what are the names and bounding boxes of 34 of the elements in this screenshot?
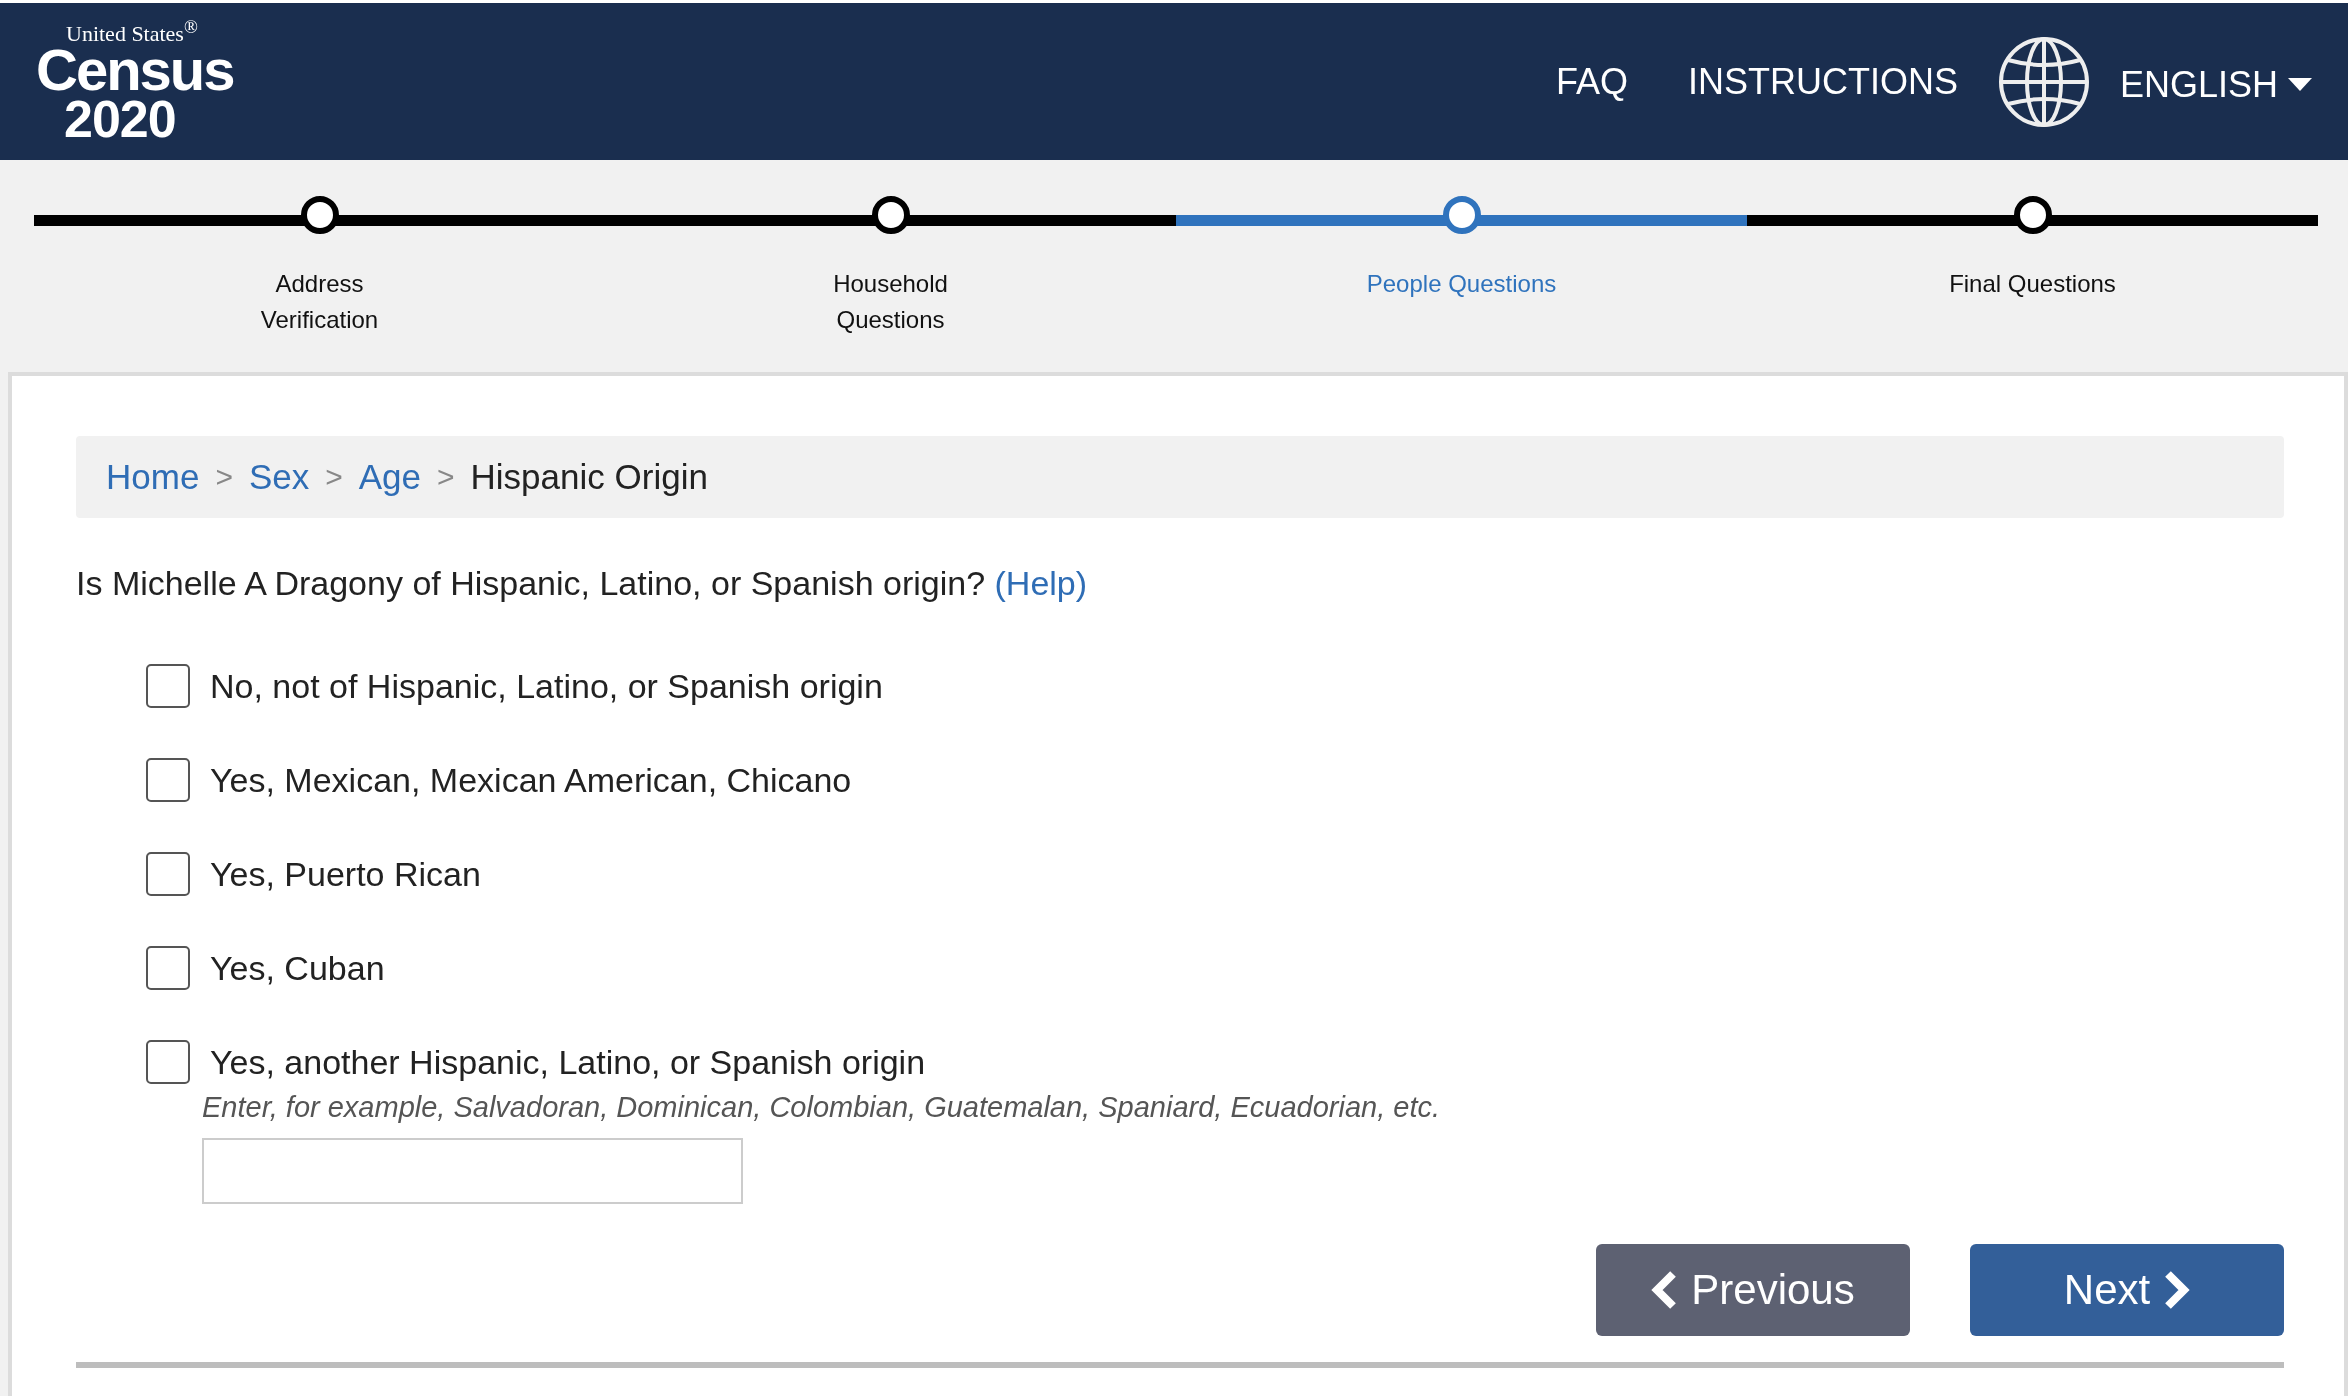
option-label: Yes, Cuban xyxy=(210,948,385,988)
breadcrumb-separator: > xyxy=(437,460,455,494)
option-label: No, not of Hispanic, Latino, or Spanish origin xyxy=(210,666,883,706)
chevron-left-icon xyxy=(1651,1270,1678,1310)
language-dropdown[interactable]: ENGLISH xyxy=(2119,63,2312,106)
breadcrumb-link[interactable]: Age xyxy=(358,457,422,497)
breadcrumb-separator: > xyxy=(215,460,233,494)
input-field[interactable] xyxy=(202,1138,743,1204)
hint-text: Enter, for example, Salvadoran, Dominican, Colombian, Guatemalan, Spaniard, Ecuadorian, etc. xyxy=(202,1091,1441,1124)
globe-icon[interactable] xyxy=(1997,35,2090,128)
breadcrumb-link[interactable]: Sex xyxy=(248,457,310,497)
nav-link[interactable]: FAQ xyxy=(1555,60,1628,103)
breadcrumb-link[interactable]: Home xyxy=(106,457,200,497)
question-text: Is Michelle A Dragony of Hispanic, Latino, or Spanish origin? (Help) xyxy=(76,564,1089,603)
option-label: Yes, Puerto Rican xyxy=(210,854,481,894)
checkbox[interactable] xyxy=(146,1040,190,1084)
checkbox[interactable] xyxy=(146,946,190,990)
step-label: People Questions xyxy=(1366,269,1557,299)
previous-button[interactable]: Previous xyxy=(1596,1244,1910,1336)
option-label: Yes, Mexican, Mexican American, Chicano xyxy=(210,760,852,800)
help-link[interactable]: (Help) xyxy=(994,564,1088,602)
checkbox[interactable] xyxy=(146,852,190,896)
checkbox[interactable] xyxy=(146,758,190,802)
checkbox[interactable] xyxy=(146,664,190,708)
breadcrumb-separator: > xyxy=(325,460,343,494)
option-label: Yes, another Hispanic, Latino, or Spanish origin xyxy=(210,1042,926,1082)
step-label: Address Verification xyxy=(259,269,380,335)
next-button[interactable]: Next xyxy=(1970,1244,2284,1336)
breadcrumb-current: Hispanic Origin xyxy=(470,457,708,497)
step-label: Household Questions xyxy=(832,269,949,335)
nav-link[interactable]: INSTRUCTIONS xyxy=(1687,60,1958,103)
chevron-right-icon xyxy=(2164,1270,2191,1310)
caret-icon xyxy=(2288,77,2312,92)
step-label: Final Questions xyxy=(1949,269,2116,299)
